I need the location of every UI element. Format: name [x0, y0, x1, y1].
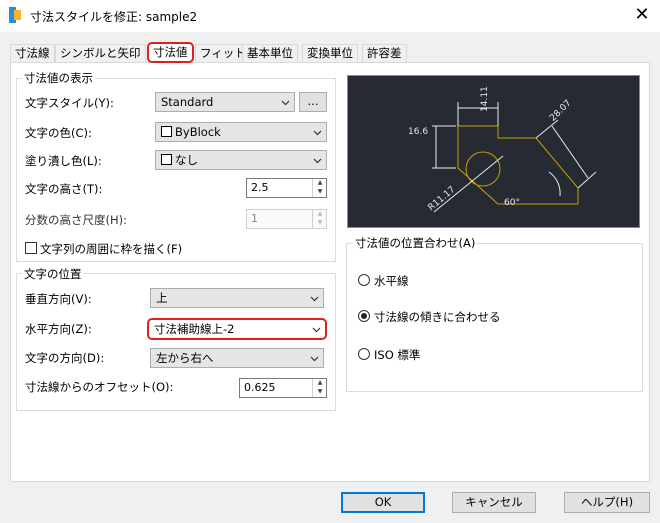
draw-frame-label: 文字列の周囲に枠を描く(F) [40, 242, 183, 256]
color-swatch [161, 126, 172, 137]
draw-frame-checkbox[interactable] [25, 242, 37, 254]
app-icon [9, 7, 21, 23]
vertical-value: 上 [156, 291, 168, 305]
radio-iso-standard[interactable] [358, 348, 370, 360]
fill-color-value: なし [175, 153, 198, 167]
spin-up-icon[interactable]: ▲ [315, 379, 325, 387]
close-icon[interactable]: ✕ [628, 2, 656, 28]
text-style-browse-button[interactable]: ... [299, 92, 327, 112]
horizontal-value: 寸法補助線上-2 [154, 322, 235, 336]
fill-color-label: 塗り潰し色(L): [25, 154, 102, 168]
preview-label-left: 16.6 [408, 127, 429, 137]
chevron-down-icon [313, 130, 322, 136]
text-appearance-title: 寸法値の表示 [22, 70, 95, 86]
text-height-label: 文字の高さ(T): [25, 182, 103, 196]
offset-value: 0.625 [244, 381, 276, 394]
text-height-spinner[interactable]: 2.5 ▲ ▼ [246, 178, 327, 198]
spin-up-icon: ▲ [317, 210, 323, 217]
chevron-down-icon [312, 327, 321, 333]
radio-horizontal[interactable] [358, 274, 370, 286]
offset-spinner[interactable]: 0.625 ▲ ▼ [239, 378, 327, 398]
tab-alternate-units[interactable]: 変換単位 [302, 44, 358, 62]
window-title: 寸法スタイルを修正: sample2 [30, 10, 198, 24]
spin-up-icon[interactable]: ▲ [315, 179, 325, 187]
horizontal-label: 水平方向(Z): [25, 322, 92, 336]
tab-tolerances[interactable]: 許容差 [362, 44, 407, 62]
view-direction-value: 左から右へ [156, 351, 214, 365]
radio-aligned-with-dimension-line[interactable] [358, 310, 370, 322]
spin-down-icon[interactable]: ▼ [315, 188, 325, 196]
text-style-label: 文字スタイル(Y): [25, 96, 114, 110]
text-color-label: 文字の色(C): [25, 126, 92, 140]
spin-down-icon[interactable]: ▼ [315, 388, 325, 396]
chevron-down-icon [310, 296, 319, 302]
title-bar: 寸法スタイルを修正: sample2 ✕ [0, 0, 660, 32]
spin-down-icon: ▼ [317, 219, 323, 226]
text-alignment-title: 寸法値の位置合わせ(A) [353, 235, 478, 251]
preview-drawing [432, 102, 597, 213]
offset-label: 寸法線からのオフセット(O): [25, 380, 174, 394]
tab-text[interactable]: 寸法値 [147, 42, 194, 63]
tab-symbols-arrows[interactable]: シンボルと矢印 [55, 44, 146, 62]
ok-button[interactable]: OK [341, 492, 425, 513]
tab-dimension-lines[interactable]: 寸法線 [10, 44, 55, 62]
vertical-label: 垂直方向(V): [25, 292, 92, 306]
chevron-down-icon [281, 100, 290, 106]
horizontal-dropdown[interactable]: 寸法補助線上-2 [147, 318, 327, 340]
vertical-dropdown[interactable]: 上 [150, 288, 324, 308]
view-direction-label: 文字の方向(D): [25, 351, 105, 365]
fraction-scale-label: 分数の高さ尺度(H): [25, 213, 127, 227]
color-swatch [161, 154, 172, 165]
radio-horizontal-label: 水平線 [374, 274, 409, 288]
tab-primary-units[interactable]: 基本単位 [242, 44, 298, 62]
cancel-button[interactable]: キャンセル [452, 492, 536, 513]
dimension-preview: 14.11 16.6 28.07 R11.17 60° [347, 75, 640, 228]
text-color-value: ByBlock [175, 125, 221, 139]
radio-iso-label: ISO 標準 [374, 348, 421, 362]
fraction-scale-value: 1 [251, 212, 258, 225]
help-button[interactable]: ヘルプ(H) [564, 492, 650, 513]
chevron-down-icon [310, 356, 319, 362]
fill-color-dropdown[interactable]: なし [155, 150, 327, 170]
preview-label-angle: 60° [504, 198, 520, 208]
fraction-scale-spinner: 1 ▲ ▼ [246, 209, 327, 229]
chevron-down-icon [313, 158, 322, 164]
text-style-dropdown[interactable]: Standard [155, 92, 295, 112]
preview-label-top: 14.11 [480, 86, 490, 112]
radio-aligned-label: 寸法線の傾きに合わせる [374, 310, 501, 324]
text-style-value: Standard [161, 95, 214, 109]
text-color-dropdown[interactable]: ByBlock [155, 122, 327, 142]
text-height-value: 2.5 [251, 181, 269, 194]
view-direction-dropdown[interactable]: 左から右へ [150, 348, 324, 368]
text-placement-title: 文字の位置 [22, 266, 84, 282]
